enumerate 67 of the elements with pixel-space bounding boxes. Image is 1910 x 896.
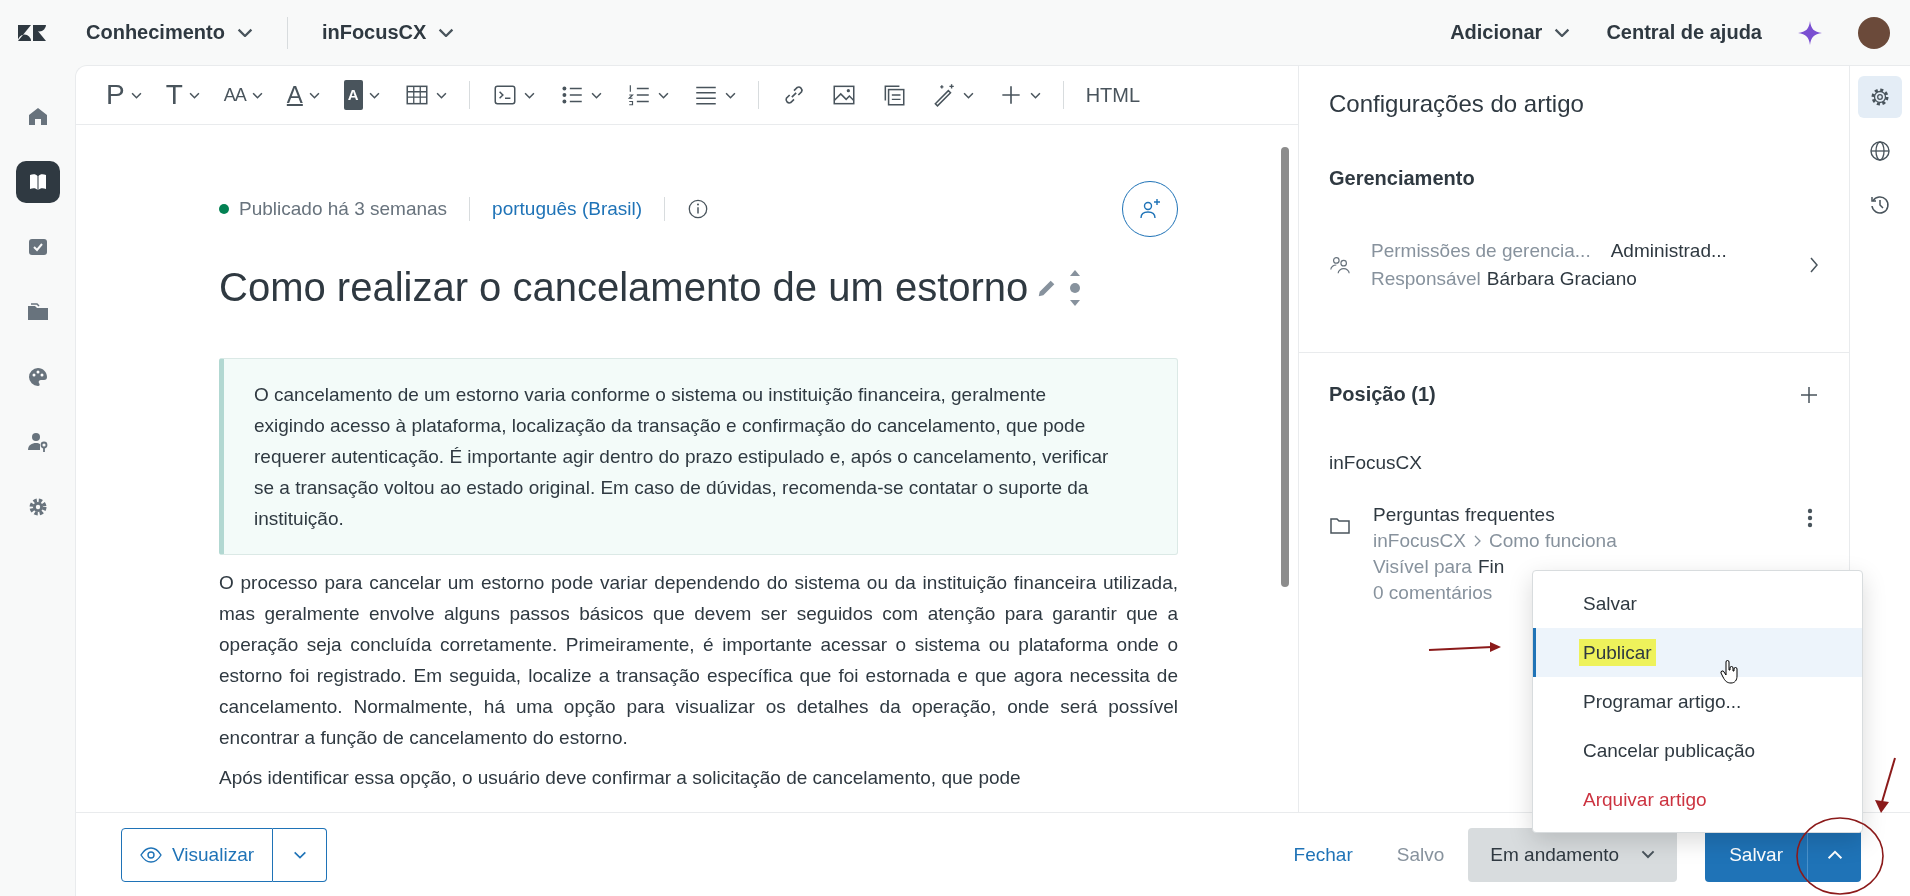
users-icon	[1329, 254, 1351, 276]
status-dropdown[interactable]: Em andamento	[1468, 827, 1678, 882]
rail-tab[interactable]	[1858, 76, 1902, 118]
info-icon[interactable]	[687, 198, 710, 220]
plus-icon[interactable]	[1799, 384, 1819, 405]
menu-item[interactable]: Cancelar publicação	[1533, 726, 1862, 775]
chevron-right-icon[interactable]	[1809, 256, 1819, 274]
chevron-down-icon	[292, 850, 307, 859]
preview-button[interactable]: Visualizar	[121, 827, 274, 882]
add-dropdown[interactable]: Adicionar	[1450, 21, 1571, 44]
breadcrumb-item: Como funciona	[1488, 530, 1617, 552]
section-heading: Gerenciamento	[1329, 167, 1476, 190]
history-icon	[1868, 193, 1892, 217]
font-size-button[interactable]: AA	[215, 77, 271, 113]
section-heading: Posição (1)	[1329, 383, 1436, 406]
panel-title: Configurações do artigo	[1328, 89, 1585, 119]
breadcrumb-item: inFocusCX	[1373, 530, 1466, 552]
text-style-button[interactable]: P	[98, 77, 150, 113]
add-collaborator-button[interactable]	[1122, 181, 1178, 237]
publish-status: Publicado há 3 semanas	[239, 198, 448, 220]
menu-item[interactable]: Programar artigo...	[1533, 677, 1862, 726]
product-dropdown[interactable]: Conhecimento	[86, 21, 253, 44]
avatar[interactable]	[1858, 16, 1890, 49]
globe-icon	[1868, 139, 1892, 163]
preview-options-button[interactable]	[273, 827, 328, 882]
summary-box: O cancelamento de um estorno varia conforme o sistema ou instituição financeira, geralmente exigindo acesso à plataforma, localização da transação e confirmação do cancelamento, que pode requerer autenticação. É importante agir dentro do prazo estipulado e, após o cancelamento, verificar se a transação voltou ao estado original. Em caso de dúvidas, recomenda-se contatar o suporte da instituição.	[219, 358, 1178, 555]
vertical-dots-icon	[1807, 508, 1813, 528]
owner-label: Responsável	[1371, 268, 1481, 290]
comment-count: 0 comentários	[1373, 582, 1493, 604]
eye-icon	[140, 846, 162, 863]
permissions-value: Administrad...	[1610, 240, 1727, 262]
visibility-label: Visível para	[1373, 556, 1472, 578]
sidebar-item[interactable]	[15, 161, 60, 203]
save-status: Salvo	[1395, 843, 1446, 866]
menu-item[interactable]: Salvar	[1533, 579, 1862, 628]
add-user-icon	[1138, 197, 1162, 221]
folder-icon	[1329, 516, 1351, 536]
chevron-down-icon	[1641, 850, 1656, 859]
chevron-down-icon	[1554, 27, 1571, 38]
annotation-arrow	[1872, 756, 1898, 814]
sparkle-icon[interactable]	[1798, 20, 1822, 45]
chevron-up-icon	[1826, 849, 1843, 860]
html-button[interactable]: HTML	[1077, 77, 1149, 113]
chevron-down-icon	[236, 27, 253, 38]
menu-item[interactable]: Arquivar artigo	[1533, 775, 1862, 824]
text-style-button[interactable]: T	[157, 77, 208, 113]
numbered-list-icon	[625, 82, 652, 108]
brand-label: inFocusCX	[1329, 452, 1423, 474]
menu-item[interactable]: Publicar	[1533, 628, 1862, 677]
article-title[interactable]: Como realizar o cancelamento de um estorno	[219, 265, 1029, 310]
section-title[interactable]: Perguntas frequentes	[1373, 504, 1555, 526]
text-color-button[interactable]: A	[278, 77, 328, 113]
language-link[interactable]: português (Brasil)	[492, 198, 643, 220]
visibility-value: Fin	[1477, 556, 1505, 578]
owner-value: Bárbara Graciano	[1486, 268, 1637, 290]
body-paragraph: Após identificar essa opção, o usuário deve confirmar a solicitação de cancelamento, que pode	[219, 766, 1022, 790]
body-paragraph: O processo para cancelar um estorno pode variar dependendo do sistema ou da instituição financeira utilizada, mas geralmente envolve alguns passos básicos que devem ser seguidos com atenção para garantir que a operação seja concluída corretamente. Primeiramente, é importante acessar o sistema ou plataforma onde o estorno foi registrado. Em seguida, localize a transação específica que foi estornada e que agora necessita de cancelamento. Normalmente, há uma opção para visualizar os detalhes da operação, onde será possível encontrar a função de cancelamento do estorno.	[219, 571, 1178, 750]
help-center-link[interactable]: Central de ajuda	[1606, 21, 1762, 44]
chevron-right-icon	[1473, 535, 1481, 547]
permissions-label: Permissões de gerencia...	[1371, 240, 1591, 262]
status-dot	[219, 204, 229, 214]
highlight-color-button[interactable]: A	[335, 76, 388, 114]
chevron-down-icon	[438, 27, 455, 38]
user-key-icon	[25, 430, 50, 454]
close-button[interactable]: Fechar	[1273, 843, 1373, 866]
hand-cursor-icon	[1720, 660, 1740, 684]
brand-dropdown[interactable]: inFocusCX	[321, 21, 455, 44]
